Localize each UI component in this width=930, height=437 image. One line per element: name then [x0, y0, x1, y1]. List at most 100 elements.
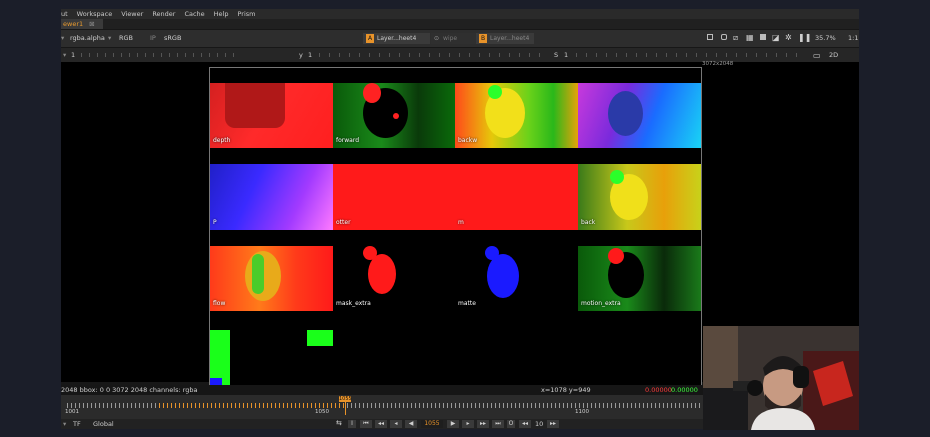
pass-normals — [578, 83, 701, 148]
menu-item-cache[interactable]: Cache — [184, 10, 204, 18]
colorspace-select[interactable]: RGB — [119, 34, 133, 42]
checker-icon[interactable]: ▦ — [746, 33, 754, 42]
next-key-icon[interactable]: ▸▸ — [477, 420, 489, 428]
pass-otter: otter — [333, 164, 455, 230]
pass-label: matte — [458, 300, 476, 307]
saturation-slider[interactable] — [576, 53, 801, 57]
skip-back-icon[interactable]: ◂◂ — [519, 420, 531, 428]
pass-matte: matte — [455, 246, 578, 311]
pass-depth: depth — [210, 83, 333, 148]
ip-toggle[interactable]: IP — [150, 34, 156, 42]
b-input-label: Layer...heet4 — [490, 35, 530, 42]
gamma-label: y — [299, 51, 303, 59]
pass-backward: backw — [455, 83, 578, 148]
pass-label: backw — [458, 137, 478, 144]
pass-partial-2 — [307, 330, 333, 346]
pass-m: m — [455, 164, 578, 230]
b-input-select[interactable]: B Layer...heet4 — [476, 33, 534, 44]
pixel-value-red: 0.00000 — [645, 386, 672, 394]
pass-mask-extra: mask_extra — [333, 246, 455, 311]
channel-select[interactable]: rgba.alpha — [70, 34, 105, 42]
pause-icon[interactable]: ❚❚ — [798, 33, 811, 42]
loop-icon[interactable]: ⇆ — [336, 419, 342, 427]
menu-item-viewer[interactable]: Viewer — [121, 10, 143, 18]
viewer-toolbar: ▾ rgba.alpha ▾ RGB IP sRGB A Layer...heet… — [61, 30, 859, 47]
zoom-select[interactable]: 35.7% — [815, 34, 836, 42]
webcam-overlay — [703, 326, 859, 430]
timeline-start: 1001 — [65, 409, 79, 415]
pass-motion-extra: motion_extra — [578, 246, 701, 311]
playhead-badge: 1055 — [339, 396, 352, 402]
dropdown-arrow-icon[interactable]: ▾ — [61, 34, 64, 42]
contact-sheet-frame: depth forward backw P otter m back flow … — [209, 67, 702, 386]
pass-label: depth — [213, 137, 231, 144]
pixel-value-green: 0.00000 — [671, 386, 698, 394]
timeline-end: 1100 — [575, 409, 589, 415]
proxy-icon[interactable]: ⧄ — [733, 33, 738, 43]
wipe-icon: ⊙ — [434, 35, 440, 42]
pass-label: motion_extra — [581, 300, 621, 307]
close-tab-icon[interactable]: ⊠ — [89, 20, 94, 28]
in-point-button[interactable]: I — [348, 420, 356, 428]
format-label: 3072x2048 — [702, 61, 734, 67]
tab-label: ewer1 — [63, 20, 84, 28]
a-input-label: Layer...heet4 — [377, 35, 417, 42]
tab-row: ewer1 ⊠ — [61, 19, 859, 29]
current-frame-field[interactable]: 1055 — [421, 420, 443, 428]
menu-item-render[interactable]: Render — [152, 10, 175, 18]
gamma-slider[interactable] — [319, 53, 549, 57]
view-mode-select[interactable]: 2D — [829, 51, 838, 59]
step-back-icon[interactable]: ◂ — [390, 420, 402, 428]
cursor-coords: x=1078 y=949 — [541, 386, 591, 394]
pass-back: back — [578, 164, 701, 230]
tf-select[interactable]: TF — [73, 420, 81, 428]
gain-dropdown-icon[interactable]: ▾ — [63, 51, 66, 59]
pass-label: mask_extra — [336, 300, 371, 307]
prev-key-icon[interactable]: ◂◂ — [375, 420, 387, 428]
tab-viewer1[interactable]: ewer1 ⊠ — [61, 19, 103, 29]
pass-label: P — [213, 219, 217, 226]
gain-slider[interactable] — [81, 53, 241, 57]
mask-icon[interactable]: ◪ — [772, 33, 780, 42]
wipe-select[interactable]: ⊙ wipe — [431, 33, 476, 44]
fps-dropdown-icon[interactable]: ▾ — [63, 420, 66, 428]
pass-label: flow — [213, 300, 226, 307]
last-frame-icon[interactable]: ⏭ — [492, 420, 504, 428]
a-input-select[interactable]: A Layer...heet4 — [363, 33, 430, 44]
frame-increment-field[interactable]: 10 — [535, 420, 543, 428]
b-badge: B — [479, 34, 487, 43]
a-badge: A — [366, 34, 374, 43]
pass-label: back — [581, 219, 596, 226]
pass-label: otter — [336, 219, 351, 226]
saturation-field[interactable]: 1 — [564, 51, 568, 59]
monitor-icon[interactable]: ▭ — [813, 51, 821, 60]
overlay-icon[interactable] — [760, 34, 766, 40]
pass-label: forward — [336, 137, 360, 144]
saturation-label: S — [554, 51, 559, 59]
viewer-secondary-toolbar: ▾ 1 y 1 S 1 ▭ 2D — [61, 48, 859, 62]
roi-icon[interactable] — [707, 34, 713, 40]
play-forward-icon[interactable]: ▶ — [447, 420, 459, 428]
menu-item-prism[interactable]: Prism — [238, 10, 256, 18]
play-backward-icon[interactable]: ◀ — [405, 420, 417, 428]
presenter-video-image — [703, 326, 859, 430]
clip-warning-icon[interactable] — [721, 34, 727, 40]
settings-icon[interactable]: ✲ — [785, 33, 792, 42]
timeline-range — [159, 403, 345, 408]
first-frame-icon[interactable]: ⏮ — [360, 420, 372, 428]
menu-item-layout[interactable]: ut — [61, 10, 68, 18]
menu-bar: ut Workspace Viewer Render Cache Help Pr… — [61, 9, 859, 19]
menu-item-workspace[interactable]: Workspace — [77, 10, 113, 18]
lut-select[interactable]: sRGB — [164, 34, 181, 42]
out-point-button[interactable]: O — [507, 420, 515, 428]
frame-field[interactable]: 1 — [71, 51, 75, 59]
skip-forward-icon[interactable]: ▸▸ — [547, 420, 559, 428]
pass-forward: forward — [333, 83, 455, 148]
menu-item-help[interactable]: Help — [214, 10, 229, 18]
pass-flow: flow — [210, 246, 333, 311]
ratio-select[interactable]: 1:1 — [848, 34, 858, 42]
step-forward-icon[interactable]: ▸ — [462, 420, 474, 428]
range-mode-select[interactable]: Global — [93, 420, 114, 428]
bbox-info: 2048 bbox: 0 0 3072 2048 channels: rgba — [61, 386, 198, 394]
gamma-field[interactable]: 1 — [308, 51, 312, 59]
